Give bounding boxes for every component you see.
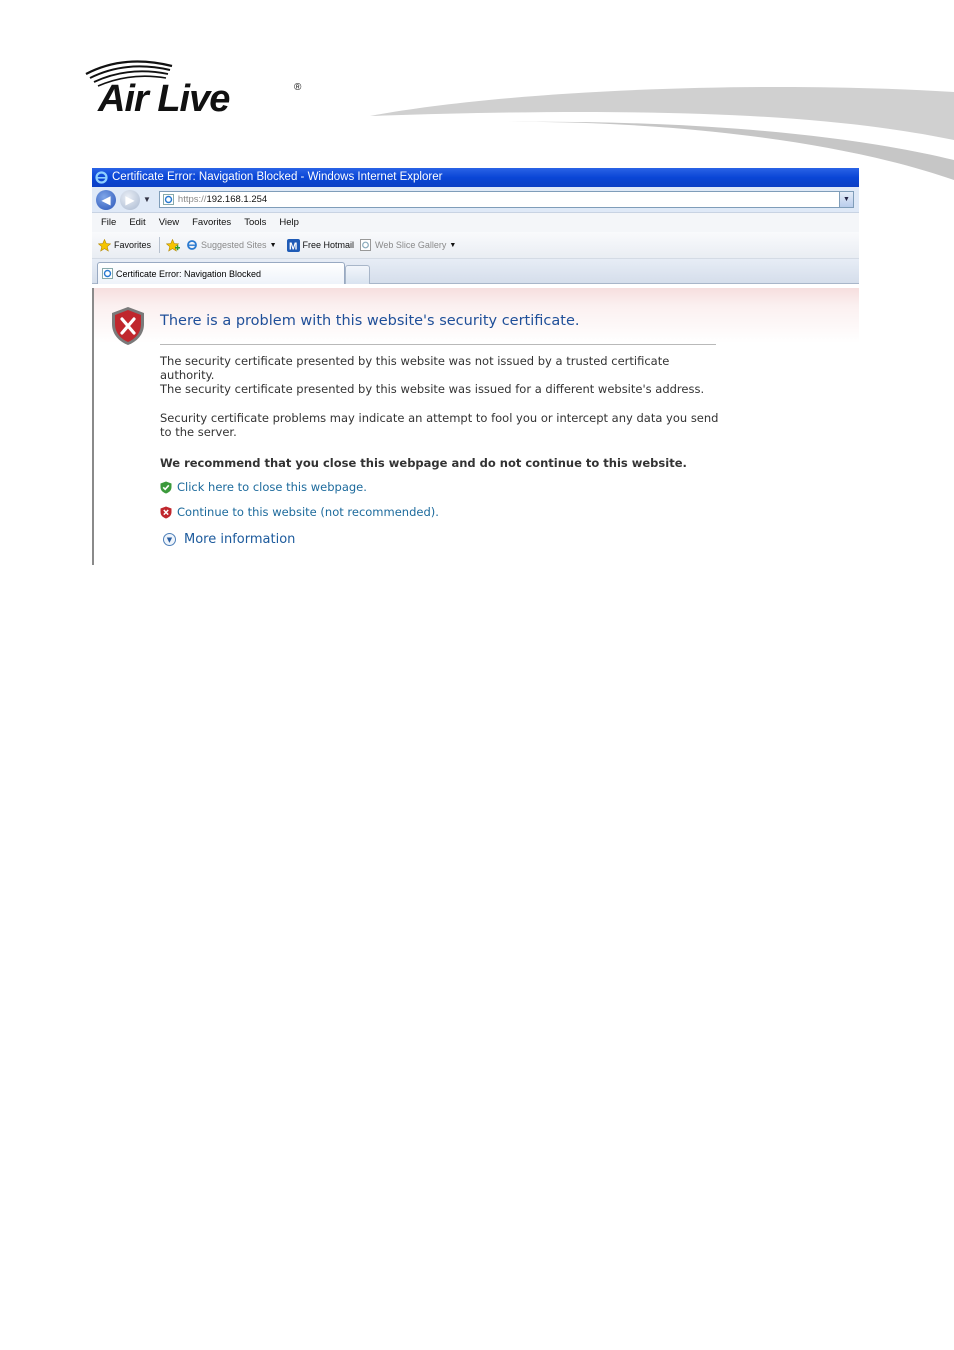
suggested-sites-label: Suggested Sites [201,240,267,250]
new-tab-button[interactable] [345,265,370,284]
recommendation-text: We recommend that you close this webpage… [160,456,687,470]
favorites-button[interactable]: Favorites [98,238,152,252]
tab-certificate-error[interactable]: Certificate Error: Navigation Blocked [97,262,345,284]
favbar-divider [159,237,161,253]
add-favorite-button[interactable] [166,238,181,252]
menu-help[interactable]: Help [279,217,299,228]
url-dropdown-icon[interactable]: ▼ [838,192,853,207]
logo-brand-text: Air Live [98,78,230,120]
url-host: 192.168.1.254 [206,194,268,205]
window-title: Certificate Error: Navigation Blocked - … [112,171,443,183]
star-icon [98,238,111,252]
tab-title: Certificate Error: Navigation Blocked [116,268,262,279]
web-slice-gallery-link[interactable]: Web Slice Gallery ▼ [360,239,456,251]
url-field[interactable]: https:// 192.168.1.254 ▼ [158,191,854,208]
ie-icon [95,171,108,184]
shield-x-icon [160,506,172,518]
error-heading: There is a problem with this website's s… [160,313,580,329]
page-ie-icon [360,239,372,251]
logo-registered-mark: ® [294,82,302,93]
menu-tools[interactable]: Tools [244,217,266,228]
address-bar: ◀ ▶ ▼ https:// 192.168.1.254 ▼ [92,187,859,213]
window-titlebar: Certificate Error: Navigation Blocked - … [92,168,859,187]
airlive-logo: Air Live ® [84,56,314,126]
svg-text:M: M [289,241,297,252]
page-ie-icon [102,268,113,279]
expand-icon: ▼ [163,533,176,546]
menu-bar: File Edit View Favorites Tools Help [92,213,859,232]
close-webpage-link[interactable]: Click here to close this webpage. [160,480,367,494]
favorites-label: Favorites [114,240,152,250]
shield-check-icon [160,481,172,493]
untrusted-authority-text: The security certificate presented by th… [160,354,670,382]
chevron-down-icon: ▼ [269,241,277,249]
more-information-label: More information [184,532,296,547]
heading-divider [160,344,716,345]
favorites-bar: Favorites Suggested Sites ▼ M Free Hotma… [92,232,859,259]
continue-website-label: Continue to this website (not recommende… [177,505,439,519]
continue-website-link[interactable]: Continue to this website (not recommende… [160,505,439,519]
back-button[interactable]: ◀ [96,189,116,210]
wrong-address-text: The security certificate presented by th… [160,382,705,396]
web-slice-gallery-label: Web Slice Gallery [375,240,447,250]
tab-bar: Certificate Error: Navigation Blocked [92,259,859,284]
menu-favorites[interactable]: Favorites [192,217,231,228]
certificate-error-page: There is a problem with this website's s… [92,288,859,565]
free-hotmail-link[interactable]: M Free Hotmail [286,238,355,252]
browser-window: Certificate Error: Navigation Blocked - … [92,168,859,565]
menu-view[interactable]: View [159,217,179,228]
url-protocol: https:// [177,194,207,205]
menu-file[interactable]: File [101,217,116,228]
add-favorite-icon [166,238,181,252]
suggested-sites-button[interactable]: Suggested Sites ▼ [186,239,277,251]
ie-icon [187,240,197,250]
forward-button[interactable]: ▶ [120,189,140,210]
shield-error-icon [112,307,144,345]
menu-edit[interactable]: Edit [129,217,145,228]
page-ie-icon [162,194,174,205]
free-hotmail-label: Free Hotmail [302,240,355,250]
msn-icon: M [286,238,300,252]
close-webpage-label: Click here to close this webpage. [177,480,367,494]
more-information-toggle[interactable]: ▼ More information [163,532,295,547]
security-warning-text: Security certificate problems may indica… [160,411,719,439]
history-dropdown-icon[interactable]: ▼ [143,195,151,204]
chevron-down-icon: ▼ [449,241,457,249]
